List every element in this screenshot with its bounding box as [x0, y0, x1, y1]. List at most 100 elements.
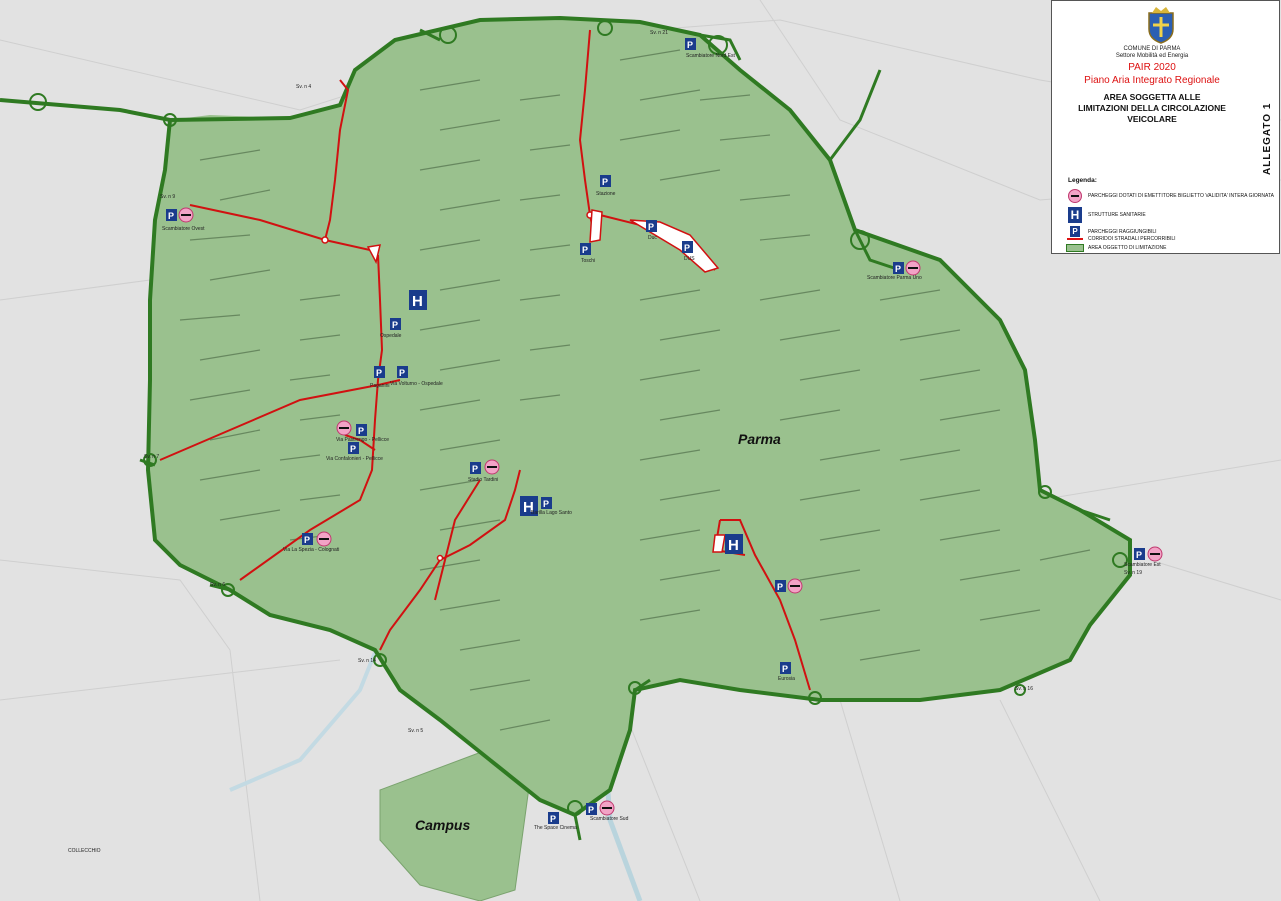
svg-text:H: H — [728, 537, 739, 554]
parking-icon[interactable]: P — [374, 366, 385, 378]
parking-icon[interactable]: P — [580, 243, 591, 255]
legend-item-hospital: H STRUTTURE SANITARIE — [1066, 207, 1146, 223]
svg-text:P: P — [392, 320, 398, 330]
legend-label: PARCHEGGI RAGGIUNGIBILI — [1088, 228, 1157, 235]
parking-icon[interactable]: P — [356, 424, 367, 436]
svg-text:P: P — [168, 211, 174, 221]
collecchio-label: COLLECCHIO — [68, 848, 101, 854]
area-title-line2: LIMITAZIONI DELLA CIRCOLAZIONE — [1078, 103, 1226, 113]
legend-label: STRUTTURE SANITARIE — [1088, 212, 1146, 218]
no-entry-icon[interactable] — [336, 420, 352, 436]
legend-label: AREA OGGETTO DI LIMITAZIONE — [1088, 245, 1167, 251]
svg-text:P: P — [1136, 550, 1142, 560]
svg-text:P: P — [399, 368, 405, 378]
svg-text:P: P — [582, 245, 588, 255]
parking-icon[interactable]: P — [682, 241, 693, 253]
no-entry-icon[interactable] — [484, 459, 500, 475]
allegato-label: ALLEGATO 1 — [1262, 102, 1273, 176]
road-label: Sv. n 4 — [296, 84, 311, 90]
parking-icon[interactable]: P — [586, 803, 597, 815]
no-entry-icon[interactable] — [316, 531, 332, 547]
svg-text:P: P — [684, 243, 690, 253]
area-title-line3: VEICOLARE — [1127, 114, 1177, 124]
parking-label: The Space Cinema — [534, 825, 577, 831]
legend-panel: COMUNE DI PARMA Settore Mobilità ed Ener… — [1051, 0, 1280, 254]
no-entry-icon[interactable] — [1147, 546, 1163, 562]
legend-item-area: AREA OGGETTO DI LIMITAZIONE — [1066, 244, 1166, 252]
svg-text:P: P — [782, 664, 788, 674]
parking-icon[interactable]: P — [893, 262, 904, 274]
svg-text:P: P — [350, 444, 356, 454]
green-area-icon — [1066, 244, 1084, 252]
svg-text:P: P — [543, 499, 549, 509]
no-entry-icon[interactable] — [787, 578, 803, 594]
settore-name: Settore Mobilità ed Energia — [1115, 53, 1189, 59]
svg-text:P: P — [588, 805, 594, 815]
campus-label: Campus — [415, 817, 470, 833]
no-entry-icon[interactable] — [599, 800, 615, 816]
red-line-icon — [1067, 238, 1083, 240]
road-label: Sv. n 7 — [144, 454, 159, 460]
road-label: Sv. n 5 — [408, 728, 423, 734]
parking-icon[interactable]: P — [397, 366, 408, 378]
hospital-icon[interactable]: H — [725, 534, 743, 554]
no-entry-icon[interactable] — [905, 260, 921, 276]
svg-text:P: P — [358, 426, 364, 436]
parking-icon[interactable]: P — [348, 442, 359, 454]
parking-icon[interactable]: P — [541, 497, 552, 509]
road-label: Sv. n 6 — [210, 582, 225, 588]
city-label: Parma — [738, 431, 781, 447]
piano-title: Piano Aria Integrato Regionale — [1084, 75, 1220, 86]
parking-label: DUS — [684, 256, 695, 262]
svg-text:P: P — [895, 264, 901, 274]
parking-label: Eurosia — [778, 676, 795, 682]
svg-text:P: P — [777, 582, 783, 592]
parking-icon[interactable]: P — [685, 38, 696, 50]
svg-text:P: P — [550, 814, 556, 824]
parking-label: Via Confalonieri - Pellicce — [326, 456, 383, 462]
hospital-icon[interactable]: H — [409, 290, 427, 310]
svg-text:P: P — [472, 464, 478, 474]
parking-label: Scambiatore Ovest — [162, 226, 205, 232]
road-label: Sv. n 16 — [1015, 686, 1033, 692]
parking-label: Toschi — [581, 258, 595, 264]
comune-name: COMUNE DI PARMA — [1123, 46, 1181, 52]
legend-label: PARCHEGGI DOTATI DI EMETTITORE BIGLIETTO… — [1088, 193, 1274, 199]
parking-label: Ospedale — [380, 333, 402, 339]
parking-icon[interactable]: P — [390, 318, 401, 330]
parking-icon[interactable]: P — [646, 220, 657, 232]
parking-icon[interactable]: P — [775, 580, 786, 592]
legend-title: Legenda: — [1068, 177, 1097, 184]
svg-text:P: P — [687, 40, 693, 50]
parking-icon[interactable]: P — [600, 175, 611, 187]
parking-label: Stazione — [596, 191, 616, 197]
parking-icon[interactable]: P — [166, 209, 177, 221]
road-label: Sv. n 9 — [160, 194, 175, 200]
parking-label: Scambiatore Sud — [590, 816, 629, 822]
svg-text:P: P — [376, 368, 382, 378]
legend-item-ticket: PARCHEGGI DOTATI DI EMETTITORE BIGLIETTO… — [1066, 189, 1274, 203]
parking-label: Duc — [648, 235, 657, 241]
parking-icon[interactable]: P — [548, 812, 559, 824]
road-label: Sv. n 14 — [358, 658, 376, 664]
no-entry-icon — [1068, 189, 1082, 203]
hospital-icon: H — [1068, 207, 1082, 223]
svg-text:P: P — [602, 177, 608, 187]
parking-icon[interactable]: P — [780, 662, 791, 674]
parking-label: Via La Spezia - Colognati — [283, 547, 339, 553]
parking-label: Scambiatore Est — [1124, 562, 1161, 568]
parking-label: Scambiatore Parma Uno — [867, 275, 922, 281]
parking-icon[interactable]: P — [470, 462, 481, 474]
parking-label: Paganini — [370, 383, 389, 389]
parking-icon[interactable]: P — [1134, 548, 1145, 560]
parking-icon[interactable]: P — [302, 533, 313, 545]
svg-text:P: P — [648, 222, 654, 232]
legend-item-corridor: CORRIDOI STRADALI PERCORRIBILI — [1066, 236, 1176, 242]
pair-title: PAIR 2020 — [1128, 62, 1176, 73]
parking-label: Scambiatore Nord Est — [686, 53, 736, 59]
no-entry-icon[interactable] — [178, 207, 194, 223]
legend-label: CORRIDOI STRADALI PERCORRIBILI — [1088, 236, 1176, 242]
parking-label: Stadio Tardini — [468, 477, 498, 483]
area-title-line1: AREA SOGGETTA ALLE — [1103, 92, 1201, 102]
parking-label: Via Volturno - Ospedale — [390, 381, 443, 387]
